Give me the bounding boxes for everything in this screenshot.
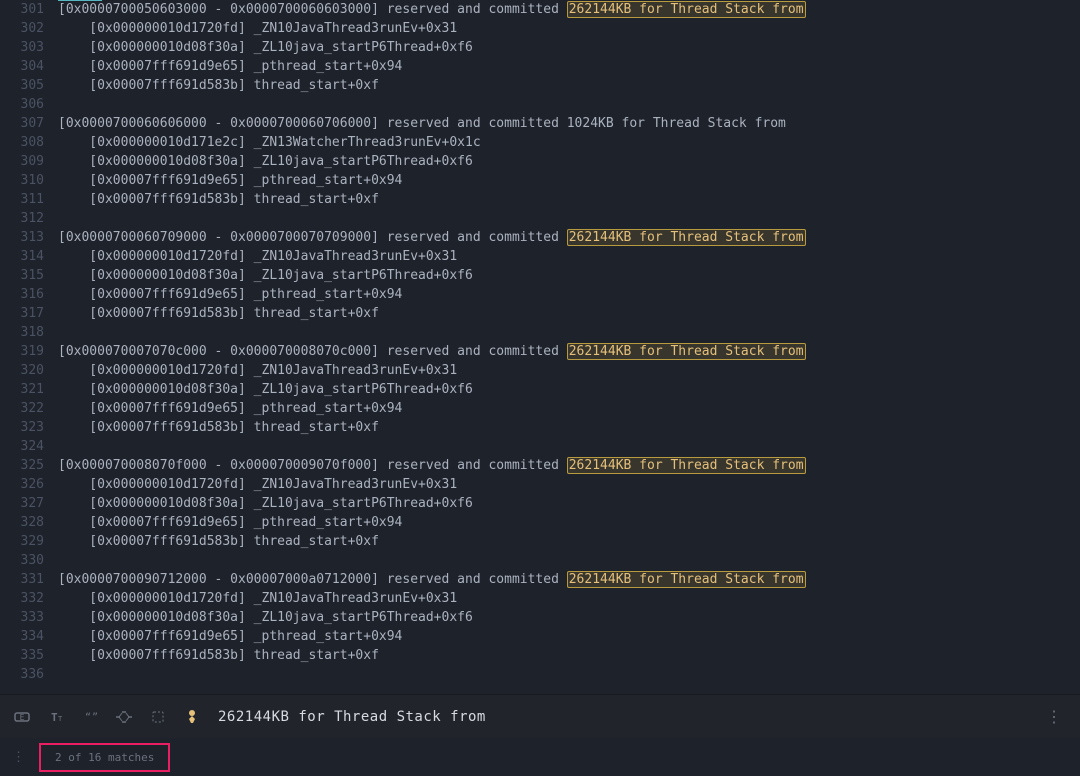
line-number: 307 bbox=[0, 114, 44, 133]
code-line[interactable]: [0x00007fff691d9e65] _pthread_start+0x94 bbox=[58, 513, 1080, 532]
line-number: 311 bbox=[0, 190, 44, 209]
regex-toggle-icon[interactable]: E bbox=[12, 707, 32, 727]
line-number: 318 bbox=[0, 323, 44, 342]
line-number: 319 bbox=[0, 342, 44, 361]
code-line[interactable] bbox=[58, 95, 1080, 114]
line-number: 336 bbox=[0, 665, 44, 684]
line-number: 302 bbox=[0, 19, 44, 38]
search-menu-icon[interactable]: ⋮ bbox=[1040, 707, 1068, 726]
code-line[interactable]: [0x000000010d08f30a] _ZL10java_startP6Th… bbox=[58, 38, 1080, 57]
code-line[interactable]: [0x000000010d1720fd] _ZN10JavaThread3run… bbox=[58, 475, 1080, 494]
code-line[interactable] bbox=[58, 437, 1080, 456]
line-number: 330 bbox=[0, 551, 44, 570]
code-line[interactable]: [0x00007fff691d9e65] _pthread_start+0x94 bbox=[58, 171, 1080, 190]
code-content[interactable]: [0x0000700050603000 - 0x0000700060603000… bbox=[58, 0, 1080, 690]
line-number: 332 bbox=[0, 589, 44, 608]
whole-word-toggle-icon[interactable]: “” bbox=[80, 707, 100, 727]
search-match-highlight: 262144KB for Thread Stack from bbox=[567, 343, 806, 360]
svg-text:T: T bbox=[51, 711, 58, 724]
search-match-highlight: 262144KB for Thread Stack from bbox=[567, 457, 806, 474]
svg-text:“: “ bbox=[85, 712, 91, 723]
line-number: 322 bbox=[0, 399, 44, 418]
svg-text:T: T bbox=[58, 715, 63, 723]
editor-area: 3013023033043053063073083093103113123133… bbox=[0, 0, 1080, 690]
code-line[interactable]: [0x000000010d08f30a] _ZL10java_startP6Th… bbox=[58, 152, 1080, 171]
code-line[interactable]: [0x00007fff691d9e65] _pthread_start+0x94 bbox=[58, 627, 1080, 646]
code-line[interactable]: [0x000000010d08f30a] _ZL10java_startP6Th… bbox=[58, 608, 1080, 627]
line-number: 305 bbox=[0, 76, 44, 95]
code-line[interactable]: [0x00007fff691d583b] thread_start+0xf bbox=[58, 532, 1080, 551]
line-number: 325 bbox=[0, 456, 44, 475]
code-line[interactable]: [0x00007fff691d583b] thread_start+0xf bbox=[58, 646, 1080, 665]
line-number: 320 bbox=[0, 361, 44, 380]
code-line[interactable] bbox=[58, 551, 1080, 570]
code-line[interactable]: [0x000000010d1720fd] _ZN10JavaThread3run… bbox=[58, 247, 1080, 266]
line-number: 331 bbox=[0, 570, 44, 589]
line-number: 301 bbox=[0, 0, 44, 19]
code-line[interactable]: [0x00007fff691d9e65] _pthread_start+0x94 bbox=[58, 285, 1080, 304]
svg-text:E: E bbox=[20, 713, 25, 722]
line-number-gutter: 3013023033043053063073083093103113123133… bbox=[0, 0, 58, 690]
line-number: 312 bbox=[0, 209, 44, 228]
match-count-badge: 2 of 16 matches bbox=[39, 743, 170, 772]
code-line[interactable] bbox=[58, 209, 1080, 228]
code-line[interactable]: [0x000000010d1720fd] _ZN10JavaThread3run… bbox=[58, 19, 1080, 38]
code-line[interactable]: [0x00007fff691d9e65] _pthread_start+0x94 bbox=[58, 399, 1080, 418]
line-number: 303 bbox=[0, 38, 44, 57]
code-line[interactable]: [0x000070008070f000 - 0x000070009070f000… bbox=[58, 456, 1080, 475]
status-menu-icon[interactable]: ⋮ bbox=[6, 750, 31, 765]
line-number: 334 bbox=[0, 627, 44, 646]
code-line[interactable]: [0x00007fff691d583b] thread_start+0xf bbox=[58, 304, 1080, 323]
line-number: 327 bbox=[0, 494, 44, 513]
search-bar: E TT “” ⋮ bbox=[0, 694, 1080, 738]
line-number: 324 bbox=[0, 437, 44, 456]
selection-only-icon[interactable] bbox=[148, 707, 168, 727]
in-selection-toggle-icon[interactable] bbox=[114, 707, 134, 727]
line-number: 335 bbox=[0, 646, 44, 665]
code-line[interactable]: [0x00007fff691d9e65] _pthread_start+0x94 bbox=[58, 57, 1080, 76]
cursor-line-marker bbox=[58, 0, 102, 1]
code-line[interactable]: [0x000000010d08f30a] _ZL10java_startP6Th… bbox=[58, 266, 1080, 285]
line-number: 310 bbox=[0, 171, 44, 190]
line-number: 317 bbox=[0, 304, 44, 323]
code-line[interactable]: [0x000000010d08f30a] _ZL10java_startP6Th… bbox=[58, 380, 1080, 399]
line-number: 328 bbox=[0, 513, 44, 532]
line-number: 309 bbox=[0, 152, 44, 171]
code-line[interactable]: [0x000000010d171e2c] _ZN13WatcherThread3… bbox=[58, 133, 1080, 152]
code-line[interactable]: [0x00007fff691d583b] thread_start+0xf bbox=[58, 76, 1080, 95]
highlight-all-toggle-icon[interactable] bbox=[182, 707, 202, 727]
code-line[interactable]: [0x000000010d1720fd] _ZN10JavaThread3run… bbox=[58, 361, 1080, 380]
line-number: 333 bbox=[0, 608, 44, 627]
code-line[interactable]: [0x0000700050603000 - 0x0000700060603000… bbox=[58, 0, 1080, 19]
code-line[interactable]: [0x0000700090712000 - 0x00007000a0712000… bbox=[58, 570, 1080, 589]
line-number: 308 bbox=[0, 133, 44, 152]
code-line[interactable]: [0x00007fff691d583b] thread_start+0xf bbox=[58, 190, 1080, 209]
code-line[interactable]: [0x000070007070c000 - 0x000070008070c000… bbox=[58, 342, 1080, 361]
code-line[interactable] bbox=[58, 323, 1080, 342]
line-number: 314 bbox=[0, 247, 44, 266]
line-number: 326 bbox=[0, 475, 44, 494]
line-number: 323 bbox=[0, 418, 44, 437]
code-line[interactable]: [0x00007fff691d583b] thread_start+0xf bbox=[58, 418, 1080, 437]
line-number: 321 bbox=[0, 380, 44, 399]
code-line[interactable]: [0x0000700060709000 - 0x0000700070709000… bbox=[58, 228, 1080, 247]
search-match-highlight: 262144KB for Thread Stack from bbox=[567, 571, 806, 588]
line-number: 306 bbox=[0, 95, 44, 114]
line-number: 304 bbox=[0, 57, 44, 76]
search-match-highlight: 262144KB for Thread Stack from bbox=[567, 229, 806, 246]
line-number: 329 bbox=[0, 532, 44, 551]
code-line[interactable]: [0x000000010d1720fd] _ZN10JavaThread3run… bbox=[58, 589, 1080, 608]
search-match-highlight: 262144KB for Thread Stack from bbox=[567, 1, 806, 18]
code-line[interactable]: [0x000000010d08f30a] _ZL10java_startP6Th… bbox=[58, 494, 1080, 513]
code-line[interactable] bbox=[58, 665, 1080, 684]
code-line[interactable]: [0x0000700060606000 - 0x0000700060706000… bbox=[58, 114, 1080, 133]
line-number: 315 bbox=[0, 266, 44, 285]
case-sensitive-toggle-icon[interactable]: TT bbox=[46, 707, 66, 727]
search-options: E TT “” bbox=[12, 707, 202, 727]
search-input[interactable] bbox=[218, 709, 1024, 725]
svg-text:”: ” bbox=[92, 712, 98, 723]
line-number: 313 bbox=[0, 228, 44, 247]
line-number: 316 bbox=[0, 285, 44, 304]
status-bar: ⋮ 2 of 16 matches bbox=[0, 738, 1080, 776]
